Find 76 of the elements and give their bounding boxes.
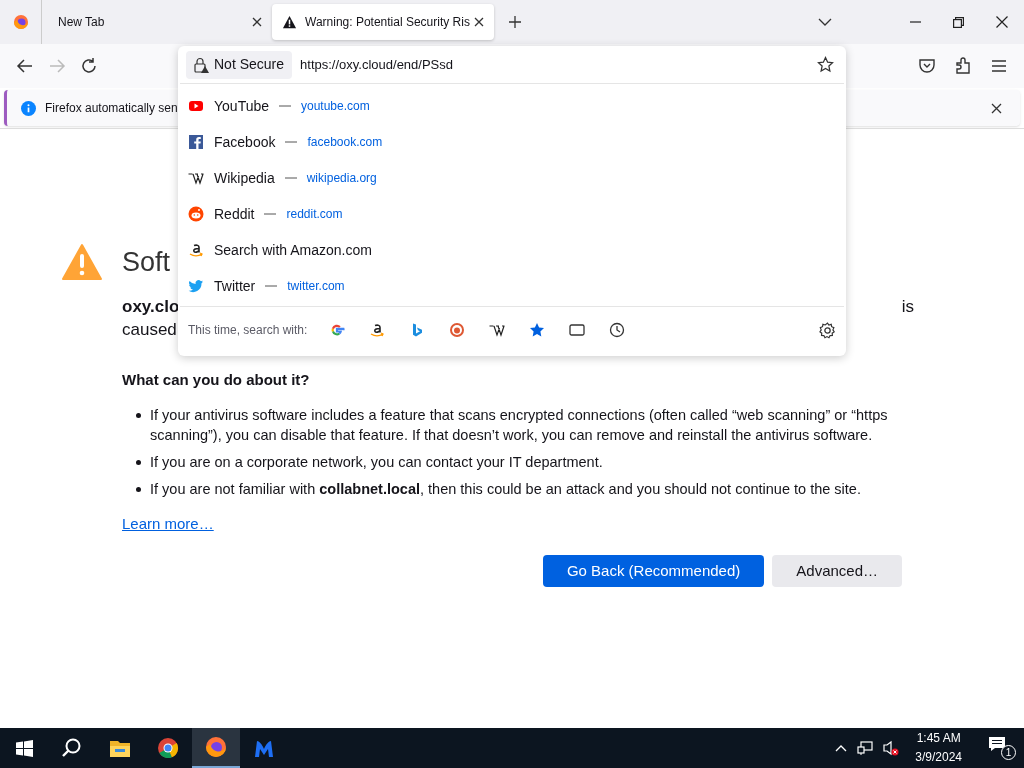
- g-logo-icon[interactable]: [329, 322, 346, 338]
- warning-icon: [62, 243, 102, 282]
- suggestion-item[interactable]: Search with Amazon.com: [180, 232, 844, 268]
- pocket-icon[interactable]: [918, 57, 936, 75]
- go-back-button[interactable]: Go Back (Recommended): [542, 554, 765, 587]
- security-indicator[interactable]: Not Secure: [186, 50, 293, 79]
- chevron-up-icon[interactable]: [835, 744, 848, 752]
- close-icon[interactable]: [991, 102, 1002, 114]
- restore-icon[interactable]: [953, 16, 964, 28]
- reload-icon[interactable]: [80, 57, 98, 75]
- dash-icon: [285, 141, 298, 143]
- search-with-label: This time, search with:: [188, 322, 308, 339]
- lock-warning-icon: [194, 56, 210, 73]
- network-icon[interactable]: [857, 740, 874, 756]
- advice-text: If your antivirus software includes a feature that scans encrypted connections (often called “web scanning” or “https scanning”), you can disable that feature. If that doesn’t work, you can remove and reinstall the antivirus software.: [150, 405, 889, 445]
- tab-title: New Tab: [58, 14, 106, 31]
- message-icon: [988, 736, 1006, 752]
- w-logo-icon: [188, 170, 204, 186]
- error-text: caused: [122, 318, 177, 341]
- advanced-button[interactable]: Advanced…: [772, 554, 902, 587]
- bird-icon: [188, 278, 204, 294]
- firefox-icon: [205, 736, 227, 758]
- w-logo-icon[interactable]: [489, 322, 506, 338]
- tab-icon[interactable]: [569, 322, 586, 338]
- dash-icon: [265, 285, 278, 287]
- advice-text: If you are on a corporate network, you can contact your IT department.: [150, 452, 603, 472]
- error-text: is: [901, 295, 914, 318]
- amazon-smile-icon: [188, 242, 204, 258]
- browser-tab[interactable]: Warning: Potential Security Ris: [272, 4, 494, 40]
- bullet-icon: [136, 459, 141, 465]
- advice-text: If you are not familiar with collabnet.local, then this could be an attack and you should not continue to the site.: [150, 479, 861, 499]
- warning-icon: [282, 14, 297, 30]
- section-heading: What can you do about it?: [122, 369, 310, 390]
- dash-icon: [279, 105, 291, 107]
- url-field[interactable]: https://oxy.cloud/end/PSsd: [300, 54, 817, 75]
- suggestion-item[interactable]: Wikipedia wikipedia.org: [180, 160, 844, 196]
- f-logo-icon: [188, 134, 204, 150]
- taskbar-app[interactable]: [192, 728, 240, 768]
- bookmark-star-icon[interactable]: [817, 56, 834, 73]
- back-icon[interactable]: [16, 57, 34, 75]
- dash-icon: [284, 177, 297, 179]
- info-icon: [21, 100, 36, 116]
- learn-more-link[interactable]: Learn more…: [122, 511, 214, 535]
- suggestion-item[interactable]: Facebook facebook.com: [180, 124, 844, 160]
- puzzle-icon[interactable]: [954, 57, 972, 75]
- notification-center[interactable]: 1: [988, 736, 1016, 760]
- clock[interactable]: 1:45 AM 3/9/2024: [915, 729, 962, 767]
- close-icon[interactable]: [996, 16, 1008, 28]
- browser-tab[interactable]: New Tab: [44, 4, 272, 40]
- error-heading: Soft: [122, 246, 171, 279]
- chevron-down-icon[interactable]: [818, 18, 832, 26]
- chrome-logo-icon: [157, 737, 179, 759]
- firefox-icon[interactable]: [12, 14, 29, 30]
- close-icon[interactable]: [252, 17, 262, 27]
- suggestion-item[interactable]: Twitter twitter.com: [180, 268, 844, 304]
- bullet-icon: [136, 412, 141, 418]
- notification-text: Firefox automatically sen: [45, 100, 178, 117]
- muted-speaker-icon[interactable]: [883, 740, 900, 756]
- clock-icon[interactable]: [609, 322, 626, 338]
- amazon-smile-icon[interactable]: [369, 322, 386, 338]
- dash-icon: [264, 213, 277, 215]
- search-icon: [62, 738, 82, 758]
- suggestion-item[interactable]: Reddit reddit.com: [180, 196, 844, 232]
- play-icon: [188, 98, 204, 114]
- alien-face-icon: [188, 206, 204, 222]
- settings-icon[interactable]: [819, 321, 836, 339]
- close-icon[interactable]: [474, 17, 484, 27]
- notification-count: 1: [1001, 745, 1016, 760]
- bullet-icon: [136, 486, 141, 492]
- windows-logo-icon: [15, 739, 33, 757]
- tab-title: Warning: Potential Security Ris: [305, 14, 471, 31]
- star-icon[interactable]: [529, 322, 546, 338]
- host-name: oxy.clo: [122, 295, 180, 318]
- menu-icon[interactable]: [990, 57, 1008, 75]
- suggestion-item[interactable]: YouTube youtube.com: [180, 88, 844, 124]
- new-tab-icon[interactable]: [508, 15, 522, 29]
